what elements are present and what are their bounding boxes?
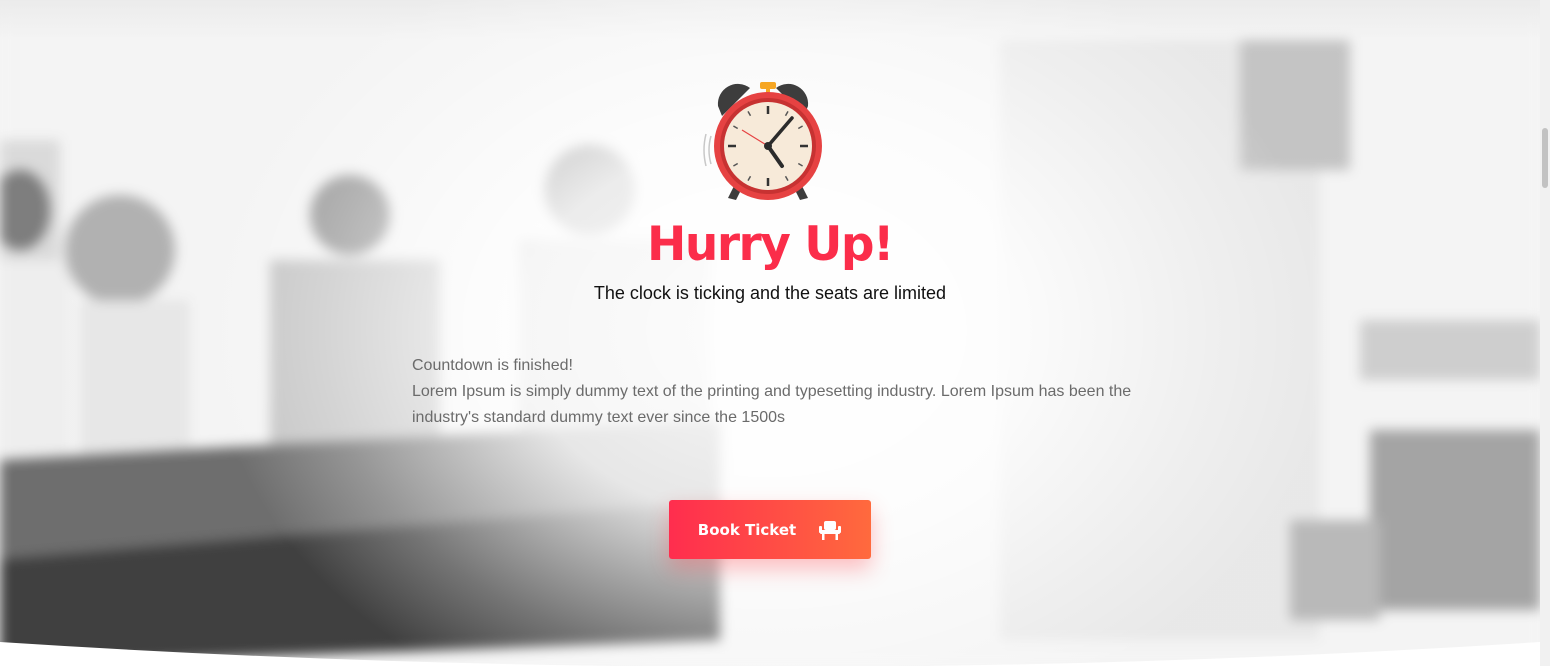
page-subtitle: The clock is ticking and the seats are l… [593, 283, 947, 303]
scrollbar-thumb[interactable] [1542, 128, 1548, 188]
book-ticket-button[interactable]: Book Ticket [669, 500, 871, 559]
seat-icon [819, 520, 842, 540]
countdown-content: Hurry Up! The clock is ticking and the s… [0, 0, 1540, 666]
countdown-status: Countdown is finished! [412, 357, 573, 374]
page-scrollbar[interactable] [1540, 0, 1550, 666]
page-title: Hurry Up! [647, 217, 894, 272]
countdown-text-block: Countdown is finished! Lorem Ipsum is si… [412, 353, 1152, 431]
description-text: Lorem Ipsum is simply dummy text of the … [412, 383, 1132, 426]
book-ticket-label: Book Ticket [697, 520, 797, 539]
alarm-clock-icon [703, 82, 822, 200]
